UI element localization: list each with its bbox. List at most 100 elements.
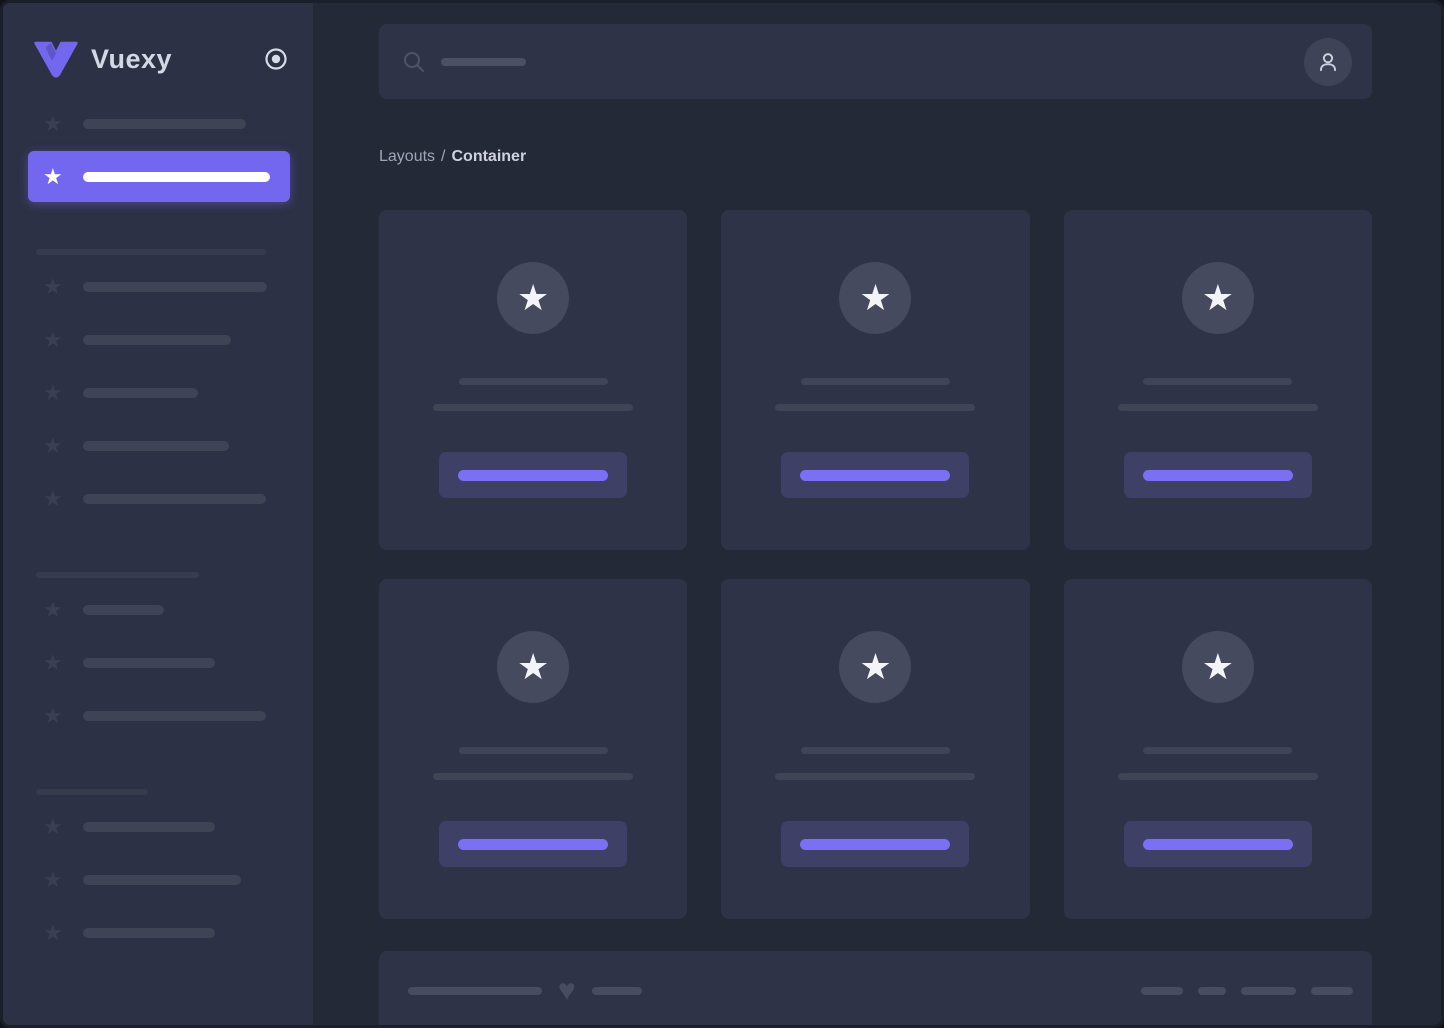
nav-label-skeleton [83, 440, 229, 451]
menu-pin-toggle[interactable] [263, 46, 289, 72]
nav-label-skeleton [83, 334, 231, 345]
button-label-skeleton [458, 469, 609, 481]
card-avatar-circle: ★ [497, 631, 570, 703]
breadcrumb-section-link[interactable]: Layouts [379, 148, 435, 165]
sidebar-menu: ★ ★ ★ ★ ★ ★ ★ ★ ★ ★ ★ ★ ★ [3, 104, 313, 959]
sidebar-item[interactable]: ★ [3, 636, 313, 689]
card-title-skeleton [458, 747, 608, 754]
sidebar-item[interactable]: ★ [3, 313, 313, 366]
section-header-skeleton [36, 789, 148, 795]
brand-name: Vuexy [91, 43, 173, 74]
card-title-skeleton [800, 378, 950, 385]
sidebar-item[interactable]: ★ [3, 853, 313, 906]
button-label-skeleton [800, 838, 951, 850]
placeholder-card: ★ [1063, 579, 1372, 919]
breadcrumb-current-page: Container [451, 148, 527, 165]
footer-link-skeleton[interactable] [1311, 986, 1353, 995]
section-header-skeleton [36, 572, 199, 578]
star-icon: ★ [43, 111, 63, 136]
nav-label-skeleton [83, 387, 198, 398]
card-avatar-circle: ★ [839, 631, 912, 703]
app-window: Vuexy ★ ★ ★ ★ ★ ★ ★ ★ ★ ★ ★ ★ ★ Layouts … [0, 0, 1444, 1028]
placeholder-card: ★ [721, 210, 1030, 550]
star-icon: ★ [859, 646, 892, 687]
nav-label-skeleton [83, 874, 241, 885]
star-icon: ★ [43, 866, 63, 892]
star-icon: ★ [859, 277, 892, 318]
star-icon: ★ [43, 163, 63, 189]
card-subtitle-skeleton [1117, 404, 1318, 411]
sidebar-item-active[interactable]: ★ [28, 151, 290, 202]
nav-label-skeleton [83, 281, 267, 292]
placeholder-card: ★ [1063, 210, 1372, 550]
sidebar-item[interactable]: ★ [3, 800, 313, 853]
nav-label-skeleton [83, 604, 164, 615]
nav-label-skeleton [83, 171, 270, 182]
star-icon: ★ [43, 432, 63, 458]
sidebar-item[interactable]: ★ [3, 472, 313, 525]
card-subtitle-skeleton [1117, 773, 1318, 780]
radio-dot-icon [265, 48, 287, 70]
nav-label-skeleton [83, 710, 266, 721]
footer-link-skeleton[interactable] [1241, 986, 1296, 995]
star-icon: ★ [517, 277, 550, 318]
breadcrumb-separator: / [441, 148, 446, 165]
card-action-button[interactable] [439, 821, 628, 867]
card-grid: ★ ★ ★ ★ ★ ★ [379, 210, 1372, 919]
main-content: Layouts / Container ★ ★ ★ ★ ★ ★ ♥ [313, 3, 1441, 1025]
sidebar-item[interactable]: ★ [3, 419, 313, 472]
button-label-skeleton [1142, 838, 1293, 850]
sidebar-item[interactable]: ★ [3, 104, 313, 144]
search-input[interactable] [379, 24, 1372, 99]
card-action-button[interactable] [781, 821, 970, 867]
sidebar-item[interactable]: ★ [3, 260, 313, 313]
footer: ♥ [379, 951, 1372, 1025]
placeholder-card: ★ [379, 210, 688, 550]
user-icon [1319, 52, 1337, 71]
sidebar-item[interactable]: ★ [3, 906, 313, 959]
placeholder-card: ★ [379, 579, 688, 919]
nav-label-skeleton [83, 493, 266, 504]
card-avatar-circle: ★ [1181, 262, 1254, 334]
sidebar-item[interactable]: ★ [3, 366, 313, 419]
star-icon: ★ [517, 646, 550, 687]
card-action-button[interactable] [1123, 821, 1312, 867]
vuexy-logo-icon [34, 41, 78, 78]
card-action-button[interactable] [439, 452, 628, 498]
star-icon: ★ [43, 326, 63, 352]
card-avatar-circle: ★ [1181, 631, 1254, 703]
footer-credit-skeleton [591, 986, 642, 995]
card-title-skeleton [458, 378, 608, 385]
button-label-skeleton [800, 469, 951, 481]
card-subtitle-skeleton [775, 773, 976, 780]
card-action-button[interactable] [781, 452, 970, 498]
card-avatar-circle: ★ [839, 262, 912, 334]
search-icon [404, 51, 424, 72]
star-icon: ★ [43, 702, 63, 728]
footer-links [1141, 986, 1353, 995]
star-icon: ★ [43, 649, 63, 675]
footer-copyright-skeleton [408, 986, 542, 995]
footer-link-skeleton[interactable] [1141, 986, 1183, 995]
placeholder-card: ★ [721, 579, 1030, 919]
star-icon: ★ [43, 813, 63, 839]
star-icon: ★ [43, 273, 63, 299]
card-title-skeleton [1143, 747, 1293, 754]
sidebar-item[interactable]: ★ [3, 583, 313, 636]
card-action-button[interactable] [1123, 452, 1312, 498]
star-icon: ★ [43, 485, 63, 511]
user-avatar-button[interactable] [1304, 37, 1352, 86]
card-title-skeleton [1143, 378, 1293, 385]
sidebar-item[interactable]: ★ [3, 689, 313, 742]
card-title-skeleton [800, 747, 950, 754]
nav-label-skeleton [83, 927, 215, 938]
card-subtitle-skeleton [433, 773, 634, 780]
sidebar-brand-row: Vuexy [3, 3, 313, 87]
nav-label-skeleton [83, 821, 215, 832]
card-subtitle-skeleton [433, 404, 634, 411]
card-avatar-circle: ★ [497, 262, 570, 334]
footer-link-skeleton[interactable] [1198, 986, 1226, 995]
sidebar: Vuexy ★ ★ ★ ★ ★ ★ ★ ★ ★ ★ ★ ★ ★ [3, 3, 313, 1025]
search-placeholder-skeleton [441, 57, 526, 66]
breadcrumb: Layouts / Container [379, 147, 1372, 167]
